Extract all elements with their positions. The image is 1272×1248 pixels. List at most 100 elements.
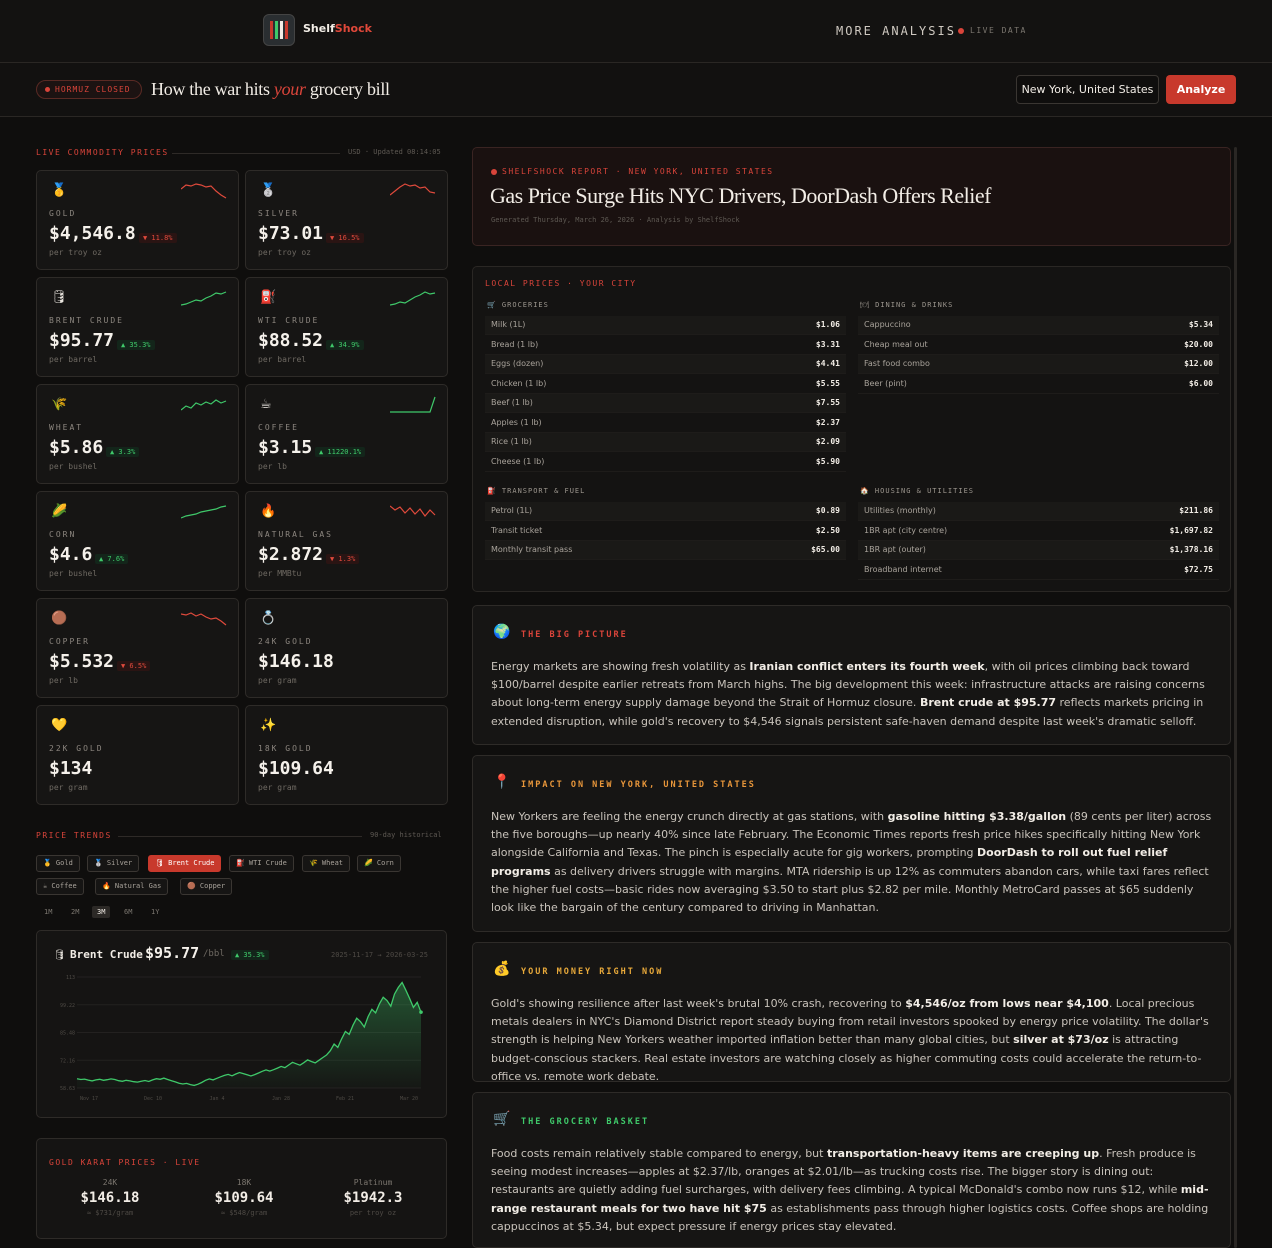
commodity-name: CORN — [49, 530, 77, 539]
chip-wti-crude[interactable]: ⛽ WTI Crude — [229, 855, 294, 872]
karat-column: 24K $146.18 ≈ $731/gram — [50, 1178, 170, 1217]
commodity-price: $5.532 — [49, 651, 115, 672]
x-tick-label: Jan 4 — [209, 1096, 224, 1102]
commodity-card[interactable]: 🟤 COPPER $5.532 per lb ▼ 6.5% — [36, 598, 239, 698]
range-1y[interactable]: 1Y — [146, 906, 164, 918]
commodity-card[interactable]: 🥇 GOLD $4,546.8 per troy oz ▼ 11.8% — [36, 170, 239, 270]
location-input[interactable]: New York, United States — [1016, 75, 1159, 104]
chip-natural-gas[interactable]: 🔥 Natural Gas — [95, 878, 169, 895]
analyze-button[interactable]: Analyze — [1166, 75, 1236, 104]
price-item: Beer (pint) — [864, 378, 907, 388]
gold-medal-icon: 🥇 — [51, 183, 68, 198]
silver-medal-icon: 🥈 — [260, 183, 277, 198]
y-tick-label: 113 — [66, 975, 75, 981]
change-badge: ▼ 11.8% — [139, 233, 177, 243]
commodity-name: 22K GOLD — [49, 744, 104, 753]
globe-icon: 🌍 — [493, 624, 511, 640]
chip-brent-crude[interactable]: 🛢 Brent Crude — [148, 855, 222, 872]
more-analysis-link[interactable]: MORE ANALYSIS — [836, 24, 956, 38]
scrollbar[interactable] — [1234, 147, 1237, 1248]
trends-meta: 90-day historical — [370, 831, 442, 839]
housing-table-title: 🏠 HOUSING & UTILITIES — [860, 487, 975, 495]
groceries-table-title: 🛒 GROCERIES — [487, 301, 549, 309]
price-value: $1,378.16 — [1169, 545, 1213, 554]
commodity-name: WHEAT — [49, 423, 84, 432]
sparkline-path — [181, 612, 227, 626]
change-badge: ▲ 11220.1% — [315, 447, 366, 457]
karat-value: $146.18 — [80, 1190, 140, 1206]
commodity-card[interactable]: 🛢 BRENT CRUDE $95.77 per barrel ▲ 35.3% — [36, 277, 239, 377]
chart-date-range: 2025-11-17 → 2026-03-25 — [331, 951, 428, 959]
commodity-unit: per troy oz — [258, 248, 311, 257]
report-kicker: SHELFSHOCK REPORT · NEW YORK, UNITED STA… — [491, 167, 774, 176]
chip-copper[interactable]: 🟤 Copper — [180, 878, 233, 895]
range-2m[interactable]: 2M — [66, 906, 84, 918]
karat-column: 18K $109.64 ≈ $548/gram — [184, 1178, 304, 1217]
brand-part-2: Shock — [334, 22, 372, 35]
sparkline-path — [390, 291, 436, 306]
sparkline — [390, 396, 436, 413]
price-item: Cheap meal out — [864, 339, 928, 349]
price-row: Rice (1 lb) $2.09 — [485, 433, 846, 452]
sparkline — [390, 183, 436, 196]
trend-chart-card: 🛢 Brent Crude $95.77 /bbl ▲ 35.3% 2025-1… — [36, 930, 447, 1118]
y-tick-label: 99.22 — [60, 1003, 75, 1009]
range-6m[interactable]: 6M — [119, 906, 137, 918]
pin-icon: 📍 — [493, 774, 511, 790]
commodity-name: GOLD — [49, 209, 77, 218]
price-item: Bread (1 lb) — [491, 339, 539, 349]
commodity-updated: USD · Updated 08:14:05 — [348, 148, 441, 156]
change-badge: ▲ 3.3% — [106, 447, 140, 457]
commodity-card[interactable]: 🔥 NATURAL GAS $2.872 per MMBtu ▼ 1.3% — [245, 491, 448, 591]
commodity-card[interactable]: ✨ 18K GOLD $109.64 per gram — [245, 705, 448, 805]
cart-icon: 🛒 — [493, 1111, 511, 1127]
sparkline-path — [390, 183, 436, 196]
range-1m[interactable]: 1M — [39, 906, 57, 918]
price-row: Cappuccino $5.34 — [858, 316, 1219, 335]
logo[interactable] — [263, 14, 295, 46]
karat-value: $109.64 — [214, 1190, 274, 1206]
commodity-name: 18K GOLD — [258, 744, 313, 753]
commodity-price: $3.15 — [258, 437, 313, 458]
commodity-card[interactable]: ☕ COFFEE $3.15 per lb ▲ 11220.1% — [245, 384, 448, 484]
price-item: Milk (1L) — [491, 320, 526, 329]
brand-name[interactable]: ShelfShock — [303, 22, 372, 35]
commodity-card[interactable]: 🌽 CORN $4.6 per bushel ▲ 7.6% — [36, 491, 239, 591]
commodity-price: $95.77 — [49, 330, 115, 351]
chip-gold[interactable]: 🥇 Gold — [36, 855, 80, 872]
chip-coffee[interactable]: ☕ Coffee — [36, 878, 84, 895]
live-data-indicator: LIVE DATA — [958, 26, 1027, 35]
price-row: 1BR apt (outer) $1,378.16 — [858, 541, 1219, 560]
fuel-pump-icon: ⛽ — [260, 290, 277, 305]
price-item: Beef (1 lb) — [491, 398, 533, 407]
range-3m[interactable]: 3M — [92, 906, 111, 918]
hormuz-badge-label: HORMUZ CLOSED — [55, 85, 131, 94]
sparkline — [181, 183, 227, 199]
headline-post: grocery bill — [305, 79, 390, 99]
x-tick-label: Dec 10 — [144, 1096, 162, 1102]
price-row: Petrol (1L) $0.89 — [485, 502, 846, 521]
sparkline-path — [181, 291, 227, 306]
chip-wheat[interactable]: 🌾 Wheat — [302, 855, 351, 872]
sparkline — [181, 505, 227, 519]
article-card: 🌍 THE BIG PICTURE Energy markets are showi… — [472, 605, 1231, 745]
commodity-card[interactable]: 🥈 SILVER $73.01 per troy oz ▼ 16.5% — [245, 170, 448, 270]
commodity-card[interactable]: 🌾 WHEAT $5.86 per bushel ▲ 3.3% — [36, 384, 239, 484]
price-value: $65.00 — [811, 545, 840, 554]
commodity-card[interactable]: 💍 24K GOLD $146.18 per gram — [245, 598, 448, 698]
article-title: YOUR MONEY RIGHT NOW — [521, 967, 664, 977]
y-tick-label: 85.48 — [60, 1031, 75, 1037]
price-item: Rice (1 lb) — [491, 437, 532, 446]
chip-corn[interactable]: 🌽 Corn — [357, 855, 401, 872]
price-value: $12.00 — [1184, 359, 1213, 368]
trends-section-label: PRICE TRENDS — [36, 831, 112, 840]
price-item: 1BR apt (outer) — [864, 545, 926, 554]
chip-silver[interactable]: 🥈 Silver — [87, 855, 140, 872]
change-badge: ▼ 1.3% — [326, 554, 360, 564]
price-item: Utilities (monthly) — [864, 506, 936, 515]
trend-chart[interactable]: 113 99.22 85.48 72.16 58.63 Nov 17 Dec 10 Jan 4… — [37, 967, 446, 1117]
commodity-card[interactable]: ⛽ WTI CRUDE $88.52 per barrel ▲ 34.9% — [245, 277, 448, 377]
commodity-card[interactable]: 💛 22K GOLD $134 per gram — [36, 705, 239, 805]
article-body: New Yorkers are feeling the energy crunc… — [491, 810, 1212, 915]
chart-change-badge: ▲ 35.3% — [231, 950, 269, 960]
